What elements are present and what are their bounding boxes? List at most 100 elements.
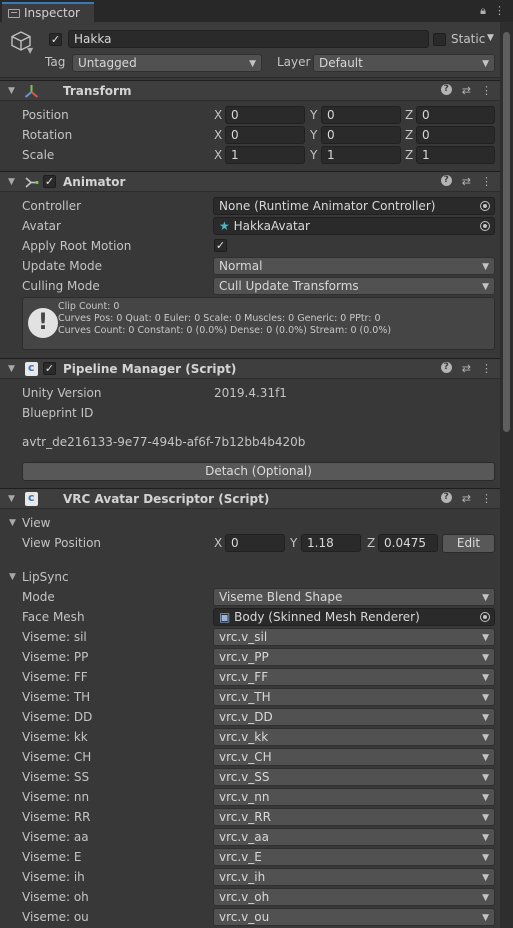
tab-inspector[interactable]: Inspector	[2, 2, 94, 22]
chevron-down-icon: ▼	[482, 653, 489, 663]
more-icon[interactable]: ⋮	[494, 4, 505, 18]
component-tools: ? ⇄ ⋮	[440, 492, 492, 505]
pipeline-manager-header[interactable]: ▼ ✓ Pipeline Manager (Script) ? ⇄ ⋮	[0, 358, 500, 379]
avatar-field[interactable]: ★ HakkaAvatar	[213, 217, 495, 235]
presets-icon[interactable]: ⇄	[462, 84, 471, 97]
tag-dropdown[interactable]: Untagged ▼	[72, 54, 262, 72]
viseme-dropdown[interactable]: vrc.v_nn ▼	[213, 788, 495, 806]
viseme-value: vrc.v_nn	[219, 790, 270, 804]
transform-z-field[interactable]: 0	[416, 106, 495, 124]
axis-x-label: X	[214, 148, 223, 162]
static-label[interactable]: Static	[451, 32, 485, 46]
help-icon[interactable]: ?	[440, 84, 452, 95]
transform-z-field[interactable]: 1	[416, 146, 495, 164]
view-section-label[interactable]: View	[22, 516, 50, 530]
chevron-down-icon: ▼	[482, 833, 489, 843]
viseme-dropdown[interactable]: vrc.v_SS ▼	[213, 768, 495, 786]
view-z-field[interactable]: 0.0475	[378, 534, 438, 552]
viseme-label: Viseme: DD	[22, 710, 93, 724]
viseme-dropdown[interactable]: vrc.v_CH ▼	[213, 748, 495, 766]
viseme-dropdown[interactable]: vrc.v_ou ▼	[213, 908, 495, 926]
tag-value: Untagged	[78, 56, 137, 70]
foldout-icon[interactable]: ▼	[8, 86, 15, 96]
animator-enabled-checkbox[interactable]: ✓	[43, 175, 56, 188]
foldout-icon[interactable]: ▼	[8, 177, 15, 187]
icon-dropdown-icon[interactable]: ▼	[27, 46, 33, 55]
viseme-dropdown[interactable]: vrc.v_ih ▼	[213, 868, 495, 886]
avatar-descriptor-header[interactable]: ▼ VRC Avatar Descriptor (Script) ? ⇄ ⋮	[0, 488, 500, 509]
transform-header[interactable]: ▼ Transform ? ⇄ ⋮	[0, 80, 500, 101]
transform-x-field[interactable]: 1	[225, 146, 305, 164]
chevron-down-icon: ▼	[482, 893, 489, 903]
view-foldout-icon[interactable]: ▼	[9, 518, 16, 528]
animator-header[interactable]: ▼ ✓ Animator ? ⇄ ⋮	[0, 171, 500, 192]
transform-y-field[interactable]: 1	[321, 146, 401, 164]
mesh-icon: ▣	[219, 610, 231, 624]
viseme-value: vrc.v_kk	[219, 730, 269, 744]
animator-title: Animator	[63, 175, 126, 189]
foldout-icon[interactable]: ▼	[8, 494, 15, 504]
update-mode-dropdown[interactable]: Normal ▼	[213, 257, 495, 275]
transform-icon	[24, 85, 39, 98]
more-icon[interactable]: ⋮	[481, 84, 492, 97]
more-icon[interactable]: ⋮	[481, 175, 492, 188]
viseme-dropdown[interactable]: vrc.v_kk ▼	[213, 728, 495, 746]
viseme-dropdown[interactable]: vrc.v_DD ▼	[213, 708, 495, 726]
more-icon[interactable]: ⋮	[481, 362, 492, 375]
view-x-field[interactable]: 0	[225, 534, 285, 552]
edit-button[interactable]: Edit	[442, 534, 495, 553]
foldout-icon[interactable]: ▼	[8, 364, 15, 374]
layer-value: Default	[319, 56, 363, 70]
viseme-dropdown[interactable]: vrc.v_FF ▼	[213, 668, 495, 686]
vertical-scrollbar[interactable]	[500, 22, 513, 928]
detach-button[interactable]: Detach (Optional)	[22, 462, 495, 481]
help-icon[interactable]: ?	[440, 175, 452, 186]
transform-row-label: Rotation	[22, 128, 73, 142]
static-dropdown-icon[interactable]: ▼	[487, 33, 494, 43]
help-icon[interactable]: ?	[440, 362, 452, 373]
lipsync-section-label[interactable]: LipSync	[22, 570, 69, 584]
transform-x-field[interactable]: 0	[225, 106, 305, 124]
viseme-dropdown[interactable]: vrc.v_RR ▼	[213, 808, 495, 826]
root-motion-checkbox[interactable]: ✓	[214, 239, 227, 252]
view-y-field[interactable]: 1.18	[301, 534, 361, 552]
pipeline-enabled-checkbox[interactable]: ✓	[43, 362, 56, 375]
viseme-dropdown[interactable]: vrc.v_E ▼	[213, 848, 495, 866]
lipsync-foldout-icon[interactable]: ▼	[9, 572, 16, 582]
face-mesh-field[interactable]: ▣ Body (Skinned Mesh Renderer)	[213, 608, 495, 626]
lipsync-mode-dropdown[interactable]: Viseme Blend Shape ▼	[213, 588, 495, 606]
presets-icon[interactable]: ⇄	[462, 362, 471, 375]
viseme-label: Viseme: oh	[22, 890, 89, 904]
presets-icon[interactable]: ⇄	[462, 175, 471, 188]
viseme-dropdown[interactable]: vrc.v_aa ▼	[213, 828, 495, 846]
object-name-field[interactable]: Hakka	[68, 30, 429, 48]
axis-x-label: X	[214, 108, 223, 122]
viseme-dropdown[interactable]: vrc.v_PP ▼	[213, 648, 495, 666]
active-checkbox[interactable]: ✓	[49, 33, 62, 46]
viseme-value: vrc.v_TH	[219, 690, 271, 704]
presets-icon[interactable]: ⇄	[462, 492, 471, 505]
viseme-dropdown[interactable]: vrc.v_oh ▼	[213, 888, 495, 906]
layer-dropdown[interactable]: Default ▼	[313, 54, 495, 72]
viseme-dropdown[interactable]: vrc.v_sil ▼	[213, 628, 495, 646]
controller-label: Controller	[22, 199, 82, 213]
object-picker-icon[interactable]	[480, 221, 490, 231]
transform-y-field[interactable]: 0	[321, 106, 401, 124]
transform-z-field[interactable]: 0	[416, 126, 495, 144]
chevron-down-icon: ▼	[482, 853, 489, 863]
object-picker-icon[interactable]	[480, 612, 490, 622]
more-icon[interactable]: ⋮	[481, 492, 492, 505]
controller-field[interactable]: None (Runtime Animator Controller)	[213, 197, 495, 215]
lock-icon[interactable]: 🔒︎	[480, 4, 486, 18]
viseme-dropdown[interactable]: vrc.v_TH ▼	[213, 688, 495, 706]
transform-y-field[interactable]: 0	[321, 126, 401, 144]
layer-label: Layer	[277, 55, 311, 69]
static-checkbox[interactable]	[433, 33, 446, 46]
help-icon[interactable]: ?	[440, 492, 452, 503]
object-picker-icon[interactable]	[480, 201, 490, 211]
viseme-label: Viseme: PP	[22, 650, 89, 664]
culling-mode-dropdown[interactable]: Cull Update Transforms ▼	[213, 277, 495, 295]
chevron-down-icon: ▼	[482, 813, 489, 823]
transform-x-field[interactable]: 0	[225, 126, 305, 144]
scrollbar-thumb[interactable]	[503, 32, 510, 432]
